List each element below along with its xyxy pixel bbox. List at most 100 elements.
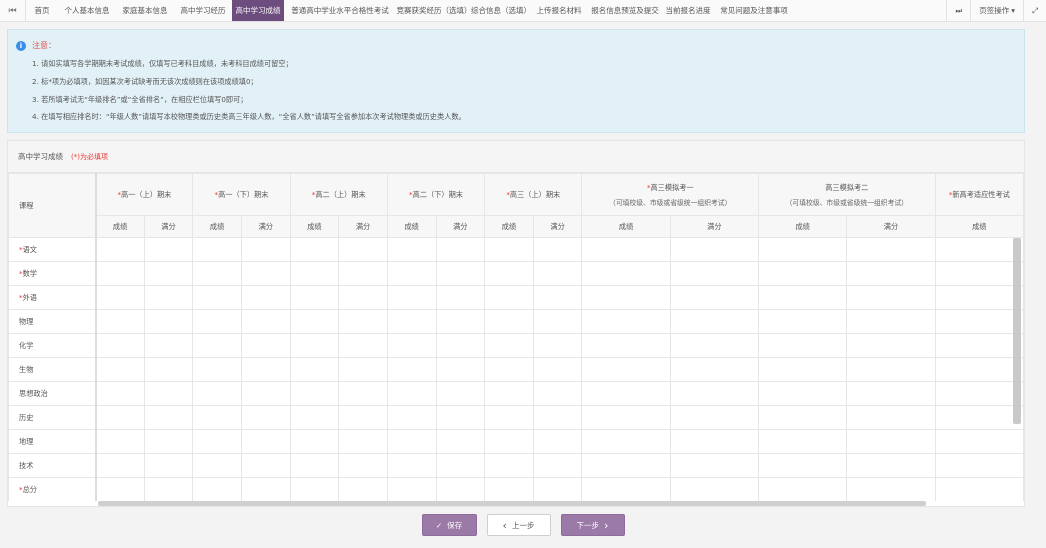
save-button[interactable]: ✓ 保存 <box>421 514 477 536</box>
score-input-cell[interactable] <box>484 429 534 454</box>
score-input-cell[interactable] <box>386 477 437 501</box>
score-input-cell[interactable] <box>581 309 671 334</box>
score-input-cell[interactable] <box>143 453 194 478</box>
score-input-cell[interactable] <box>240 261 291 286</box>
score-input-cell[interactable] <box>934 453 1024 478</box>
score-input-cell[interactable] <box>934 405 1024 430</box>
score-input-cell[interactable] <box>758 405 848 430</box>
score-input-cell[interactable] <box>289 477 340 501</box>
tab-item[interactable]: 普通高中学业水平合格性考试 <box>284 0 396 21</box>
score-input-cell[interactable] <box>532 453 583 478</box>
score-input-cell[interactable] <box>338 405 388 430</box>
score-input-cell[interactable] <box>758 357 848 382</box>
tab-item[interactable]: 竞赛获奖经历（选填） <box>396 0 472 21</box>
score-input-cell[interactable] <box>192 453 242 478</box>
tab-scroll-right-icon[interactable]: ⏭ <box>946 0 970 21</box>
next-step-button[interactable]: 下一步 › <box>560 514 625 536</box>
score-input-cell[interactable] <box>846 429 936 454</box>
tab-item[interactable]: 常见问题及注意事项 <box>714 0 794 21</box>
score-input-cell[interactable] <box>435 453 486 478</box>
score-input-cell[interactable] <box>289 309 340 334</box>
score-input-cell[interactable] <box>846 381 936 406</box>
score-input-cell[interactable] <box>846 333 936 358</box>
score-input-cell[interactable] <box>192 285 242 310</box>
score-input-cell[interactable] <box>758 285 848 310</box>
score-input-cell[interactable] <box>338 453 388 478</box>
horizontal-scrollbar[interactable] <box>98 501 926 506</box>
score-input-cell[interactable] <box>192 477 242 501</box>
score-input-cell[interactable] <box>192 309 242 334</box>
score-input-cell[interactable] <box>240 453 291 478</box>
score-input-cell[interactable] <box>143 333 194 358</box>
score-input-cell[interactable] <box>846 357 936 382</box>
score-input-cell[interactable] <box>95 357 145 382</box>
score-input-cell[interactable] <box>192 429 242 454</box>
score-input-cell[interactable] <box>338 309 388 334</box>
score-input-cell[interactable] <box>934 381 1024 406</box>
tab-item[interactable]: 首页 <box>26 0 58 21</box>
score-input-cell[interactable] <box>192 261 242 286</box>
score-input-cell[interactable] <box>934 333 1024 358</box>
score-input-cell[interactable] <box>192 237 242 262</box>
score-input-cell[interactable] <box>95 429 145 454</box>
score-input-cell[interactable] <box>484 261 534 286</box>
score-input-cell[interactable] <box>669 285 760 310</box>
score-input-cell[interactable] <box>386 333 437 358</box>
score-input-cell[interactable] <box>934 309 1024 334</box>
score-input-cell[interactable] <box>143 405 194 430</box>
score-input-cell[interactable] <box>846 285 936 310</box>
score-input-cell[interactable] <box>581 261 671 286</box>
tab-item[interactable]: 高中学习成绩 <box>232 0 284 21</box>
score-input-cell[interactable] <box>240 429 291 454</box>
score-input-cell[interactable] <box>289 357 340 382</box>
score-input-cell[interactable] <box>386 405 437 430</box>
score-input-cell[interactable] <box>338 381 388 406</box>
score-input-cell[interactable] <box>240 357 291 382</box>
score-input-cell[interactable] <box>435 309 486 334</box>
score-input-cell[interactable] <box>435 381 486 406</box>
score-input-cell[interactable] <box>386 309 437 334</box>
score-input-cell[interactable] <box>143 237 194 262</box>
score-input-cell[interactable] <box>95 381 145 406</box>
score-input-cell[interactable] <box>386 357 437 382</box>
score-input-cell[interactable] <box>338 261 388 286</box>
score-input-cell[interactable] <box>581 285 671 310</box>
score-input-cell[interactable] <box>386 237 437 262</box>
score-input-cell[interactable] <box>846 405 936 430</box>
score-input-cell[interactable] <box>338 237 388 262</box>
score-input-cell[interactable] <box>669 237 760 262</box>
vertical-scrollbar[interactable] <box>1013 238 1021 424</box>
score-input-cell[interactable] <box>581 429 671 454</box>
score-input-cell[interactable] <box>934 237 1024 262</box>
score-input-cell[interactable] <box>532 429 583 454</box>
score-input-cell[interactable] <box>669 429 760 454</box>
score-input-cell[interactable] <box>758 261 848 286</box>
score-input-cell[interactable] <box>95 237 145 262</box>
score-input-cell[interactable] <box>435 285 486 310</box>
score-input-cell[interactable] <box>581 381 671 406</box>
score-input-cell[interactable] <box>143 357 194 382</box>
score-input-cell[interactable] <box>581 357 671 382</box>
score-input-cell[interactable] <box>143 477 194 501</box>
score-input-cell[interactable] <box>934 357 1024 382</box>
score-input-cell[interactable] <box>95 405 145 430</box>
score-input-cell[interactable] <box>484 357 534 382</box>
score-input-cell[interactable] <box>386 285 437 310</box>
score-input-cell[interactable] <box>435 261 486 286</box>
score-input-cell[interactable] <box>192 333 242 358</box>
score-input-cell[interactable] <box>289 429 340 454</box>
score-input-cell[interactable] <box>581 237 671 262</box>
score-input-cell[interactable] <box>95 453 145 478</box>
score-input-cell[interactable] <box>95 309 145 334</box>
score-input-cell[interactable] <box>484 237 534 262</box>
score-input-cell[interactable] <box>289 285 340 310</box>
score-input-cell[interactable] <box>386 429 437 454</box>
tab-item[interactable]: 当前报名进度 <box>662 0 714 21</box>
score-input-cell[interactable] <box>758 333 848 358</box>
score-input-cell[interactable] <box>240 405 291 430</box>
score-input-cell[interactable] <box>846 477 936 501</box>
score-input-cell[interactable] <box>934 261 1024 286</box>
score-input-cell[interactable] <box>669 357 760 382</box>
tab-item[interactable]: 综合信息（选填） <box>471 0 531 21</box>
score-input-cell[interactable] <box>532 477 583 501</box>
